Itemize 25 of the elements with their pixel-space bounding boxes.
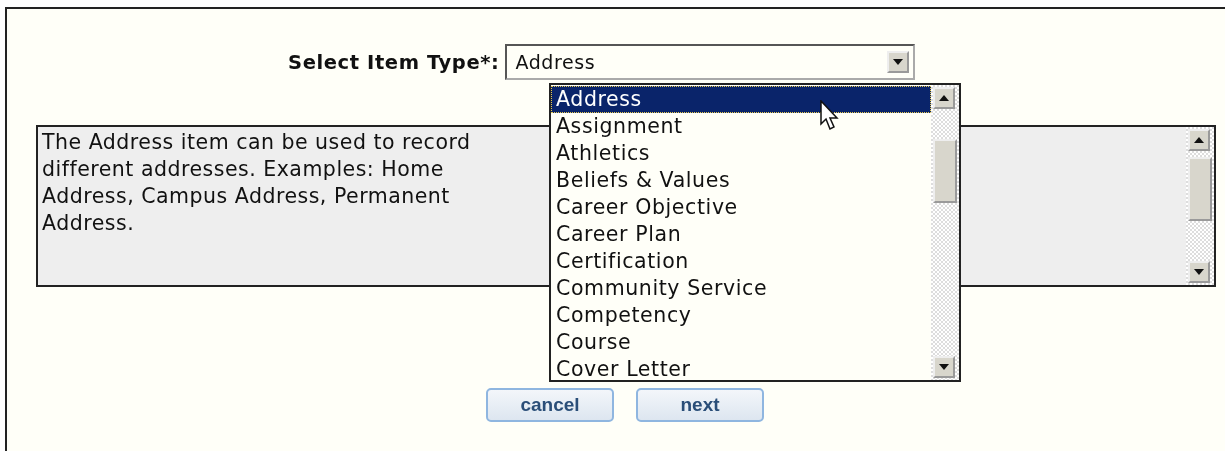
dropdown-option[interactable]: Career Objective	[551, 194, 931, 221]
down-arrow-icon	[939, 364, 949, 370]
cancel-button[interactable]: cancel	[486, 388, 614, 422]
next-button[interactable]: next	[636, 388, 764, 422]
field-label: Select Item Type*:	[288, 50, 500, 74]
item-type-select[interactable]: Address	[505, 44, 916, 80]
description-text: The Address item can be used to record different addresses. Examples: Home Address, Campus Address, Permanent Address.	[42, 129, 472, 237]
up-arrow-icon	[1194, 137, 1204, 143]
down-arrow-icon	[1194, 269, 1204, 275]
dropdown-option[interactable]: Career Plan	[551, 221, 931, 248]
dropdown-option[interactable]: Athletics	[551, 140, 931, 167]
scrollbar-thumb[interactable]	[1188, 157, 1212, 221]
dropdown-option[interactable]: Certification	[551, 248, 931, 275]
scrollbar-thumb[interactable]	[933, 139, 957, 203]
dropdown-option[interactable]: Address	[551, 86, 931, 113]
scrollbar[interactable]	[1186, 127, 1214, 285]
scrollbar[interactable]	[931, 85, 959, 380]
dropdown-option[interactable]: Assignment	[551, 113, 931, 140]
down-arrow-icon	[893, 59, 904, 65]
up-arrow-icon	[939, 95, 949, 101]
dropdown-option[interactable]: Course	[551, 329, 931, 356]
dropdown-option[interactable]: Competency	[551, 302, 931, 329]
dropdown-option[interactable]: Cover Letter	[551, 356, 931, 383]
dropdown-option[interactable]: Beliefs & Values	[551, 167, 931, 194]
dropdown-option[interactable]: Community Service	[551, 275, 931, 302]
